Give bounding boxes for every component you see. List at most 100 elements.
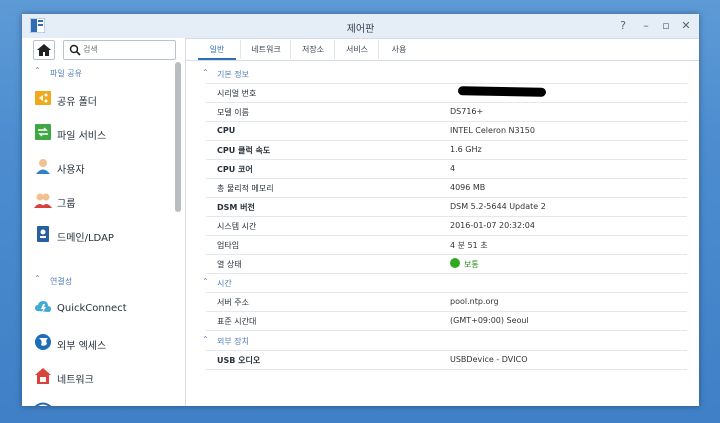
title-bar: 제어판 ? – ▫ ✕ [22, 14, 699, 39]
minimize-icon[interactable]: – [639, 19, 653, 33]
sidebar-item-quickconnect[interactable]: QuickConnect [22, 294, 174, 324]
close-icon[interactable]: ✕ [679, 19, 693, 33]
row-value: pool.ntp.org [450, 297, 499, 306]
sidebar-item-label: QuickConnect [57, 303, 127, 314]
chevron-up-icon: ⌃ [202, 68, 209, 77]
row-value: 2016-01-07 20:32:04 [450, 221, 535, 230]
row-key: CPU 코어 [217, 165, 253, 174]
section-connectivity[interactable]: ⌃ 연결성 [22, 274, 174, 288]
info-row-thermal-status: 열 상태 보통 [206, 255, 687, 274]
sidebar-item-label: 그룹 [57, 199, 76, 210]
wireless-icon [34, 402, 52, 406]
sidebar-item-label: 공유 폴더 [57, 97, 97, 108]
user-icon [36, 159, 50, 174]
row-key: 표준 시간대 [217, 317, 257, 326]
info-row-memory: 총 물리적 메모리 4096 MB [206, 179, 687, 198]
shared-folder-icon [35, 91, 51, 105]
control-panel-window: 제어판 ? – ▫ ✕ ⌃ 파일 공유 공유 폴더 [22, 14, 699, 406]
sidebar-item-network[interactable]: 네트워크 [22, 362, 174, 392]
sidebar-item-label: 드메인/LDAP [57, 233, 114, 244]
status-text: 보통 [464, 260, 479, 269]
row-value: INTEL Celeron N3150 [450, 126, 535, 135]
main-content: 일반 네트워크 저장소 서비스 사용 ⌃ 기본 정보 시리얼 번호 모델 이름 … [186, 38, 699, 406]
help-icon[interactable]: ? [616, 19, 630, 33]
external-access-icon [35, 334, 51, 350]
row-key: 업타임 [217, 241, 240, 250]
row-key: 총 물리적 메모리 [217, 184, 274, 193]
tab-usage[interactable]: 사용 [378, 40, 419, 59]
row-key: CPU 클럭 속도 [217, 146, 271, 155]
home-button[interactable] [33, 40, 55, 60]
maximize-icon[interactable]: ▫ [659, 19, 673, 33]
sidebar-item-user[interactable]: 사용자 [22, 152, 174, 182]
row-key: 서버 주소 [217, 298, 249, 307]
row-value: DS716+ [450, 107, 484, 116]
info-row-cpu-cores: CPU 코어 4 [206, 160, 687, 179]
window-title: 제어판 [346, 24, 375, 35]
info-row-usb-audio: USB 오디오 USBDevice - DVICO [206, 351, 687, 370]
tab-storage[interactable]: 저장소 [290, 40, 335, 59]
row-key: CPU [217, 126, 236, 135]
row-value: 4096 MB [450, 183, 486, 192]
sidebar-item-external-access[interactable]: 외부 엑세스 [22, 328, 174, 358]
row-key: 시스템 시간 [217, 222, 257, 231]
chevron-up-icon: ⌃ [34, 66, 41, 75]
info-row-server-address: 서버 주소 pool.ntp.org [206, 293, 687, 312]
tab-service[interactable]: 서비스 [334, 40, 379, 59]
row-key: 시리얼 번호 [217, 89, 257, 98]
home-icon [37, 44, 51, 56]
sidebar-item-shared-folder[interactable]: 공유 폴더 [22, 84, 174, 114]
info-row-system-time: 시스템 시간 2016-01-07 20:32:04 [206, 217, 687, 236]
search-field[interactable] [63, 40, 176, 60]
info-row-timezone: 표준 시간대 (GMT+09:00) Seoul [206, 312, 687, 331]
info-row-uptime: 업타임 4 분 51 초 [206, 236, 687, 255]
sidebar-item-domain-ldap[interactable]: 드메인/LDAP [22, 220, 174, 250]
info-row-model: 모델 이름 DS716+ [206, 103, 687, 122]
tab-network[interactable]: 네트워크 [240, 40, 291, 59]
group-title: 시간 [217, 279, 232, 288]
row-value: 4 분 51 초 [450, 241, 488, 250]
chevron-up-icon: ⌃ [202, 335, 209, 344]
group-title: 외부 장치 [217, 337, 249, 346]
group-external-devices[interactable]: ⌃ 외부 장치 [186, 334, 686, 350]
sidebar-scrollbar[interactable] [175, 62, 181, 222]
row-value: USBDevice - DVICO [450, 355, 528, 364]
section-label: 연결성 [50, 277, 73, 286]
sidebar-item-label: 외부 엑세스 [57, 341, 107, 352]
sidebar-item-group[interactable]: 그룹 [22, 186, 174, 216]
group-icon [34, 193, 52, 208]
search-icon [69, 44, 81, 56]
section-label: 파일 공유 [50, 69, 82, 78]
group-title: 기본 정보 [217, 70, 249, 79]
tab-bar: 일반 네트워크 저장소 서비스 사용 [186, 38, 699, 61]
sidebar-item-label: 사용자 [57, 165, 85, 176]
row-key: 모델 이름 [217, 108, 249, 117]
row-value: (GMT+09:00) Seoul [450, 316, 529, 325]
file-services-icon [35, 124, 51, 140]
row-key: 열 상태 [217, 260, 242, 269]
sidebar-item-wireless[interactable]: 무선 [22, 396, 174, 406]
info-row-cpu-clock: CPU 클럭 속도 1.6 GHz [206, 141, 687, 160]
status-ok-icon [450, 258, 460, 268]
network-icon [35, 368, 51, 384]
row-value: 1.6 GHz [450, 145, 482, 154]
search-input[interactable] [83, 43, 169, 56]
scrollbar-thumb[interactable] [175, 62, 181, 212]
sidebar: ⌃ 파일 공유 공유 폴더 파일 서비스 사용자 [22, 38, 186, 406]
row-key: DSM 버전 [217, 203, 255, 212]
sidebar-item-label: 파일 서비스 [57, 131, 107, 142]
sidebar-item-label: 네트워크 [57, 375, 94, 386]
redaction-mark [457, 86, 547, 97]
sidebar-item-label: 무선 [57, 405, 75, 406]
group-time[interactable]: ⌃ 시간 [186, 276, 686, 292]
info-row-serial: 시리얼 번호 [206, 84, 687, 103]
info-row-dsm-version: DSM 버전 DSM 5.2-5644 Update 2 [206, 198, 687, 217]
section-file-sharing[interactable]: ⌃ 파일 공유 [22, 66, 174, 80]
tab-general[interactable]: 일반 [198, 40, 236, 60]
row-key: USB 오디오 [217, 356, 261, 365]
group-basic-info[interactable]: ⌃ 기본 정보 [186, 67, 686, 83]
sidebar-item-file-services[interactable]: 파일 서비스 [22, 118, 174, 148]
row-value: DSM 5.2-5644 Update 2 [450, 202, 546, 211]
quickconnect-icon [35, 301, 51, 313]
chevron-up-icon: ⌃ [34, 274, 41, 283]
